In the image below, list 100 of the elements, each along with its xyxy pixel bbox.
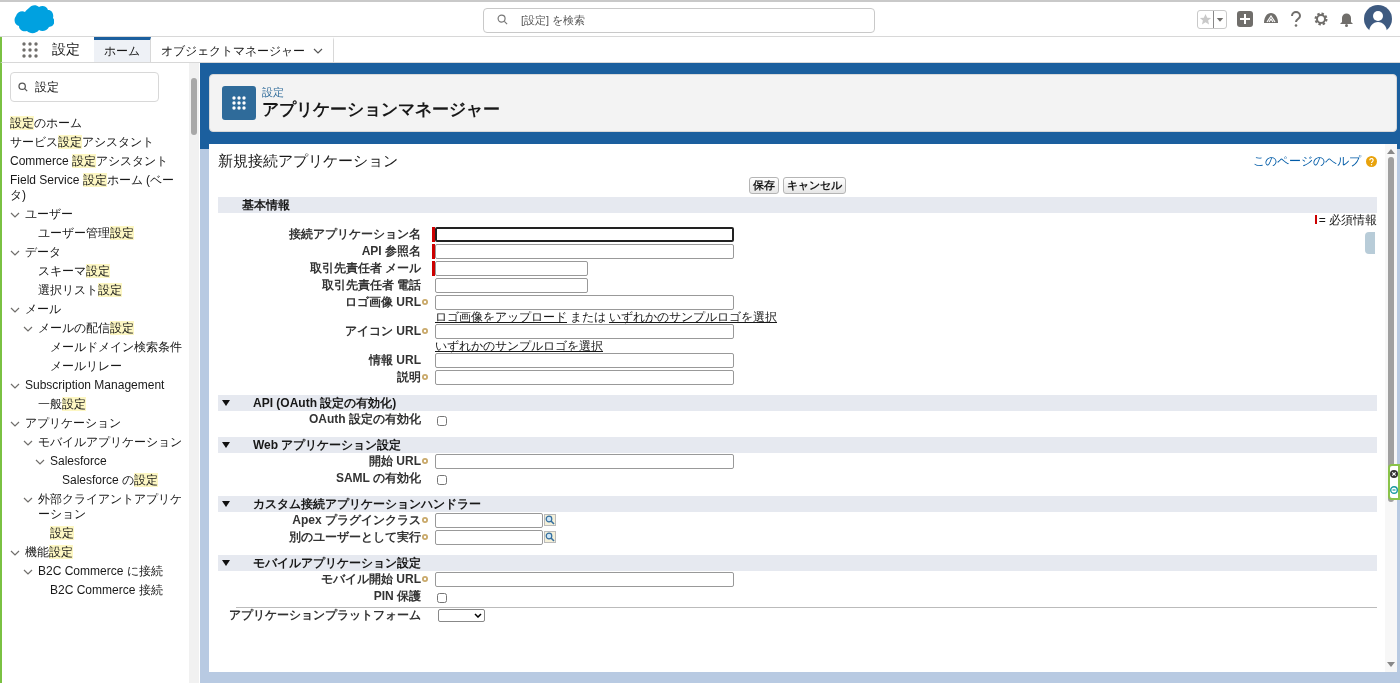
favorites-button[interactable] [1197,9,1227,29]
avatar-icon[interactable] [1364,5,1392,33]
sidebar-item[interactable]: 選択リスト設定 [38,283,122,298]
sidebar-item[interactable]: Commerce 設定アシスタント [10,154,168,169]
collapse-icon[interactable] [222,558,230,567]
sidebar-item[interactable]: スキーマ設定 [38,264,110,279]
chevron-down-icon [474,612,482,618]
collapse-icon[interactable] [222,398,230,407]
checkbox[interactable] [437,592,447,603]
collapse-icon[interactable] [222,499,230,508]
field-label: 接続アプリケーション名 [289,226,421,242]
bell-icon[interactable] [1339,11,1354,27]
search-icon [497,14,508,25]
sidebar-item[interactable]: ユーザー [25,207,73,222]
text-input[interactable] [435,260,588,276]
text-input[interactable] [435,294,734,310]
hint-link[interactable]: いずれかのサンプルロゴを選択 [435,338,603,353]
section-header[interactable]: カスタム接続アプリケーションハンドラー [218,495,1377,512]
sidebar-item[interactable]: 設定 [50,526,74,541]
form-title: 新規接続アプリケーション [218,151,398,171]
chevron-icon[interactable] [10,305,20,315]
app-launcher-icon[interactable] [22,42,38,58]
floating-widget[interactable] [1388,464,1400,500]
add-icon[interactable] [1237,11,1253,27]
text-input[interactable] [435,529,543,545]
sidebar-item[interactable]: B2C Commerce に接続 [38,564,163,579]
sidebar-item[interactable]: メールリレー [50,359,122,374]
sidebar-item[interactable]: 機能設定 [25,545,73,560]
chevron-icon[interactable] [10,248,20,258]
sidebar-item[interactable]: サービス設定アシスタント [10,135,154,150]
help-link[interactable]: このページのヘルプ [1253,152,1361,170]
chevron-icon[interactable] [10,381,20,391]
nav-tab[interactable]: オブジェクトマネージャー [151,37,334,62]
lookup-icon[interactable] [544,531,556,543]
chevron-icon[interactable] [23,567,33,577]
text-input[interactable] [435,243,734,259]
field-label: 開始 URL [369,453,421,469]
field-label: SAML の有効化 [335,470,421,486]
settings-icon[interactable] [1313,11,1329,27]
required-marker [1314,215,1317,224]
sidebar-item[interactable]: メールの配信設定 [38,321,134,336]
text-input[interactable] [435,277,588,293]
search-icon [18,82,28,92]
nav-tab[interactable]: ホーム [94,37,151,62]
cloud-logo-icon[interactable] [12,4,54,34]
close-icon[interactable] [1390,470,1398,478]
sidebar-item[interactable]: Field Service 設定ホーム (ベータ) [10,173,187,203]
scrollbar[interactable] [189,63,199,683]
hint-link[interactable]: いずれかのサンプルロゴを選択 [609,309,777,324]
text-input[interactable] [435,226,734,242]
search-field[interactable]: [設定] を検索 [483,7,875,33]
hint-link[interactable]: ロゴ画像をアップロード [435,309,567,324]
form-button[interactable]: キャンセル [783,176,846,194]
field-label: 別のユーザーとして実行 [289,529,421,545]
chevron-icon[interactable] [23,324,33,334]
section-header[interactable]: Web アプリケーション設定 [218,436,1377,453]
scrollbar[interactable] [1385,144,1397,672]
sidebar-item[interactable]: 設定のホーム [10,116,82,131]
sidebar-item[interactable]: メール [25,302,61,317]
sidebar-item[interactable]: メールドメイン検索条件 [50,340,182,355]
sidebar-item[interactable]: B2C Commerce 接続 [50,583,163,598]
circle-icon[interactable] [1390,486,1398,494]
section-header[interactable]: API (OAuth 設定の有効化) [218,394,1377,411]
text-input[interactable] [435,571,734,587]
text-input[interactable] [435,512,543,528]
field-label: Apex プラグインクラス [292,512,421,528]
chevron-icon[interactable] [23,438,33,448]
lookup-icon[interactable] [544,514,556,526]
sidebar-item[interactable]: モバイルアプリケーション [38,435,182,450]
sidebar-item[interactable]: ユーザー管理設定 [38,226,134,241]
chevron-icon[interactable] [10,210,20,220]
select-dropdown[interactable] [438,608,485,622]
help-icon[interactable] [1289,11,1303,27]
scroll-up-icon[interactable] [1387,147,1395,155]
breadcrumb-link[interactable]: 設定 [262,85,500,99]
sidebar-item[interactable]: 一般設定 [38,397,86,412]
text-input[interactable] [435,323,734,339]
scroll-down-icon[interactable] [1387,661,1395,669]
sidebar-item[interactable]: Salesforce の設定 [62,473,159,488]
sidebar-search-field[interactable]: 設定 [10,72,159,102]
sidebar-item[interactable]: Salesforce [50,454,107,469]
hint-text: または [570,309,606,324]
field-label: アイコン URL [345,323,421,339]
section-header[interactable]: モバイルアプリケーション設定 [218,554,1377,571]
chevron-icon[interactable] [10,548,20,558]
chevron-icon[interactable] [10,419,20,429]
text-input[interactable] [435,453,734,469]
checkbox[interactable] [437,415,447,426]
chevron-icon[interactable] [23,495,33,505]
collapse-icon[interactable] [222,440,230,449]
text-input[interactable] [435,369,734,385]
checkbox[interactable] [437,474,447,485]
sidebar-item[interactable]: Subscription Management [25,378,165,393]
form-button[interactable]: 保存 [749,176,779,194]
sidebar-item[interactable]: 外部クライアントアプリケーション [38,492,187,522]
sidebar-item[interactable]: アプリケーション [25,416,121,431]
chevron-icon[interactable] [35,457,45,467]
sidebar-item[interactable]: データ [25,245,61,260]
text-input[interactable] [435,352,734,368]
field-label: 説明 [397,369,421,385]
